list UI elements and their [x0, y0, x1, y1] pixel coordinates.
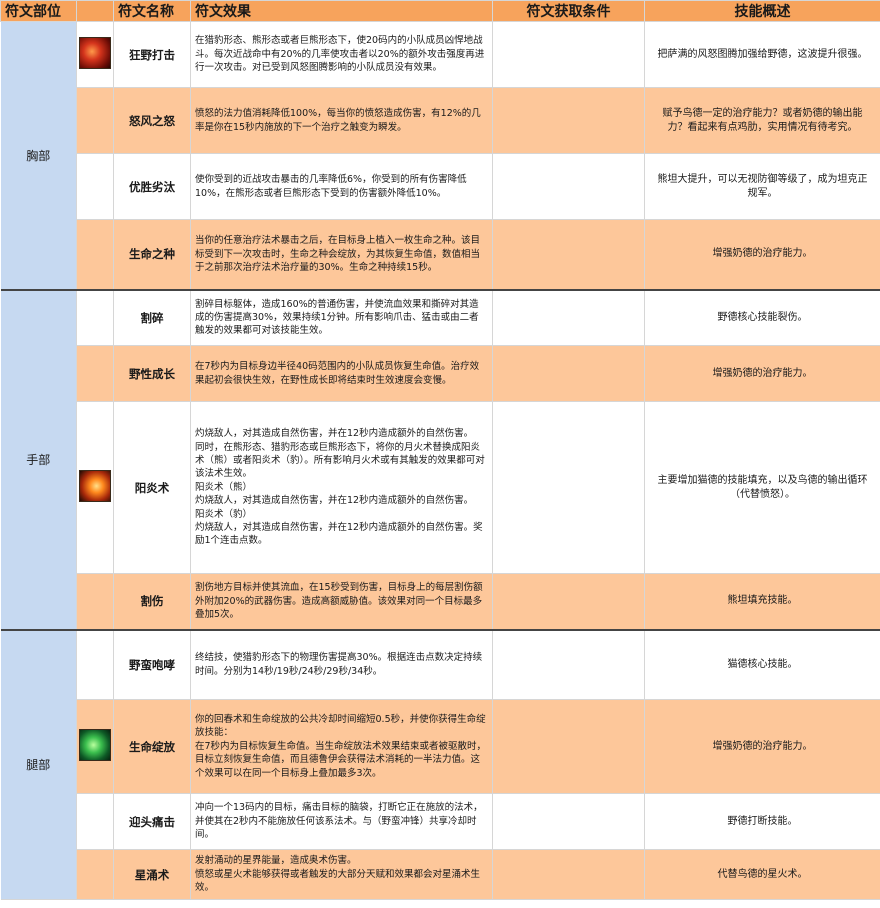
- table-row: 生命之种 当你的任意治疗法术暴击之后，在目标身上植入一枚生命之种。该目标受到下一…: [1, 219, 880, 290]
- rune-condition: [492, 219, 645, 290]
- feral-rune-icon: [79, 36, 111, 69]
- rune-name: 割伤: [113, 573, 191, 630]
- rune-summary: 把萨满的风怒图腾加强给野德，这波提升很强。: [644, 21, 880, 88]
- header-name: 符文名称: [113, 0, 191, 22]
- rune-summary: 赋予鸟德一定的治疗能力？或者奶德的输出能力？看起来有点鸡肋，实用情况有待考究。: [644, 87, 880, 154]
- rune-summary: 代替鸟德的星火术。: [644, 849, 880, 900]
- rune-name: 阳炎术: [113, 401, 191, 574]
- rune-effect: 发射涌动的星界能量，造成奥术伤害。 愤怒或星火术能够获得或者触发的大部分天赋和效果…: [190, 849, 493, 900]
- table-row: 野性成长 在7秒内为目标身边半径40码范围内的小队成员恢复生命值。治疗效果起初会…: [1, 345, 880, 402]
- rune-condition: [492, 21, 645, 88]
- rune-name: 迎头痛击: [113, 793, 191, 850]
- rune-effect: 灼烧敌人，对其造成自然伤害，并在12秒内造成额外的自然伤害。 同时，在熊形态、猎豹…: [190, 401, 493, 574]
- rune-condition: [492, 401, 645, 574]
- rune-condition: [492, 628, 645, 700]
- rune-effect: 在猎豹形态、熊形态或者巨熊形态下，使20码内的小队成员凶悍地战斗。每次近战命中有…: [190, 21, 493, 88]
- rune-summary: 增强奶德的治疗能力。: [644, 345, 880, 402]
- lifebloom-rune-icon: [79, 728, 111, 761]
- table-row: 阳炎术 灼烧敌人，对其造成自然伤害，并在12秒内造成额外的自然伤害。 同时，在熊形…: [1, 401, 880, 574]
- rune-effect: 使你受到的近战攻击暴击的几率降低6%，你受到的所有伤害降低10%，在熊形态或者巨…: [190, 153, 493, 220]
- rune-name: 野性成长: [113, 345, 191, 402]
- rune-summary: 熊坦大提升，可以无视防御等级了，成为坦克正规军。: [644, 153, 880, 220]
- rune-condition: [492, 345, 645, 402]
- rune-effect: 冲向一个13码内的目标，痛击目标的脑袋，打断它正在施放的法术，并使其在2秒内不能…: [190, 793, 493, 850]
- rune-name: 狂野打击: [113, 21, 191, 88]
- table-row: 优胜劣汰 使你受到的近战攻击暴击的几率降低6%，你受到的所有伤害降低10%，在熊…: [1, 153, 880, 220]
- part-cell-chest: 胸部: [0, 21, 77, 290]
- rune-condition: [492, 699, 645, 794]
- rune-summary: 野德核心技能裂伤。: [644, 288, 880, 346]
- table-row: 怒风之怒 愤怒的法力值消耗降低100%，每当你的愤怒造成伤害，有12%的几率是你…: [1, 87, 880, 154]
- rune-effect: 割伤地方目标并使其流血，在15秒受到伤害，目标身上的每层割伤额外附加20%的武器…: [190, 573, 493, 630]
- rune-condition: [492, 153, 645, 220]
- table-row: 生命绽放 你的回春术和生命绽放的公共冷却时间缩短0.5秒，并使你获得生命绽放技能…: [1, 699, 880, 794]
- rune-summary: 猫德核心技能。: [644, 628, 880, 700]
- rune-effect: 在7秒内为目标身边半径40码范围内的小队成员恢复生命值。治疗效果起初会很快生效，…: [190, 345, 493, 402]
- rune-name: 割碎: [113, 288, 191, 346]
- rune-summary: 主要增加猫德的技能填充，以及鸟德的输出循环（代替愤怒）。: [644, 401, 880, 574]
- rune-name: 怒风之怒: [113, 87, 191, 154]
- header-part: 符文部位: [0, 0, 77, 22]
- table-row: 手部 割碎 割碎目标躯体，造成160%的普通伤害，并使流血效果和撕碎对其造成的伤…: [0, 288, 880, 630]
- table-row: 割伤 割伤地方目标并使其流血，在15秒受到伤害，目标身上的每层割伤额外附加20%…: [1, 573, 880, 630]
- header-spacer: [76, 0, 114, 22]
- table-row: 星涌术 发射涌动的星界能量，造成奥术伤害。 愤怒或星火术能够获得或者触发的大部分天…: [1, 849, 880, 900]
- rune-summary: 增强奶德的治疗能力。: [644, 219, 880, 290]
- table-row: 胸部 狂野打击 在猎豹形态、熊形态或者巨熊形态下，使20码内的小队成员凶悍地战斗…: [0, 21, 880, 290]
- rune-effect: 终结技，使猎豹形态下的物理伤害提高30%。根据连击点数决定持续时间。分别为14秒…: [190, 628, 493, 700]
- table-row: 迎头痛击 冲向一个13码内的目标，痛击目标的脑袋，打断它正在施放的法术，并使其在…: [1, 793, 880, 850]
- rune-summary: 野德打断技能。: [644, 793, 880, 850]
- rune-name: 星涌术: [113, 849, 191, 900]
- rune-effect: 愤怒的法力值消耗降低100%，每当你的愤怒造成伤害，有12%的几率是你在15秒内…: [190, 87, 493, 154]
- rune-condition: [492, 793, 645, 850]
- header-row: 符文部位 符文名称 符文效果 符文获取条件 技能概述: [0, 0, 880, 22]
- rune-condition: [492, 849, 645, 900]
- rune-condition: [492, 288, 645, 346]
- rune-summary: 增强奶德的治疗能力。: [644, 699, 880, 794]
- header-summary: 技能概述: [644, 0, 880, 22]
- table-row: 腿部 野蛮咆哮 终结技，使猎豹形态下的物理伤害提高30%。根据连击点数决定持续时…: [0, 628, 880, 900]
- header-effect: 符文效果: [190, 0, 493, 22]
- part-cell-legs: 腿部: [0, 628, 77, 900]
- rune-name: 优胜劣汰: [113, 153, 191, 220]
- rune-summary: 熊坦填充技能。: [644, 573, 880, 630]
- sunfire-rune-icon: [79, 469, 111, 502]
- rune-effect: 你的回春术和生命绽放的公共冷却时间缩短0.5秒，并使你获得生命绽放技能： 在7秒内…: [190, 699, 493, 794]
- rune-effect: 当你的任意治疗法术暴击之后，在目标身上植入一枚生命之种。该目标受到下一次攻击时，…: [190, 219, 493, 290]
- rune-name: 生命绽放: [113, 699, 191, 794]
- rune-name: 生命之种: [113, 219, 191, 290]
- rune-condition: [492, 87, 645, 154]
- rune-name: 野蛮咆哮: [113, 628, 191, 700]
- rune-effect: 割碎目标躯体，造成160%的普通伤害，并使流血效果和撕碎对其造成的伤害提高30%…: [190, 288, 493, 346]
- header-condition: 符文获取条件: [492, 0, 645, 22]
- rune-condition: [492, 573, 645, 630]
- part-cell-hands: 手部: [0, 288, 77, 630]
- rune-table: 符文部位 符文名称 符文效果 符文获取条件 技能概述 胸部 狂野打击 在猎豹形态…: [0, 0, 880, 900]
